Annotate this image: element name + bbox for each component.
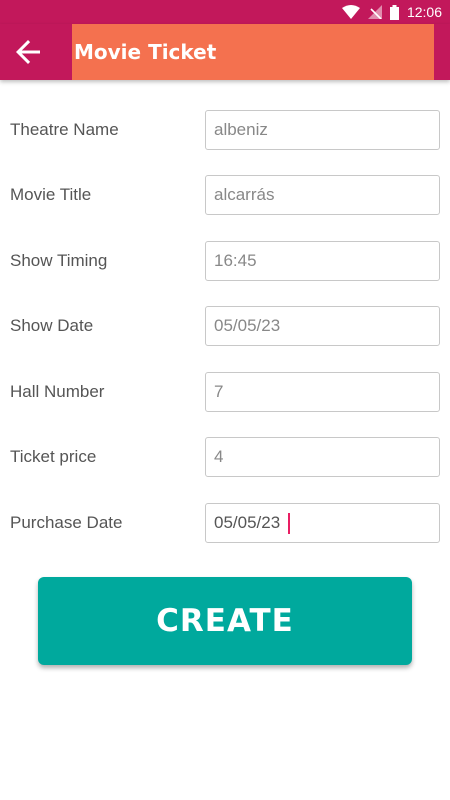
wifi-icon [341,5,360,19]
form-row-ticket-price: Ticket price [0,437,450,477]
ticket-price-label: Ticket price [10,447,97,466]
purchase-date-input[interactable] [205,503,440,543]
no-signal-icon [367,5,382,19]
back-arrow-icon [16,40,40,64]
form-row-theatre-name: Theatre Name [0,110,450,150]
form-row-movie-title: Movie Title [0,175,450,215]
status-icons: 12:06 [341,0,442,24]
show-date-input[interactable] [205,306,440,346]
title-container: Movie Ticket [72,24,434,80]
show-timing-input[interactable] [205,241,440,281]
ticket-price-input[interactable] [205,437,440,477]
show-timing-label: Show Timing [10,251,108,270]
form-row-show-timing: Show Timing [0,241,450,281]
theatre-name-input[interactable] [205,110,440,150]
hall-number-label: Hall Number [10,382,105,401]
theatre-name-label: Theatre Name [10,120,119,139]
purchase-date-label: Purchase Date [10,513,123,532]
hall-number-input[interactable] [205,372,440,412]
battery-icon [389,4,399,20]
status-bar: 12:06 [0,0,450,24]
form-row-show-date: Show Date [0,306,450,346]
status-time: 12:06 [406,4,442,20]
create-button[interactable]: CREATE [38,577,412,665]
movie-title-input[interactable] [205,175,440,215]
text-cursor [288,513,290,534]
form-row-purchase-date: Purchase Date [0,503,450,543]
show-date-label: Show Date [10,316,94,335]
form-row-hall-number: Hall Number [0,372,450,412]
app-bar: Movie Ticket [0,24,450,80]
movie-title-label: Movie Title [10,185,92,204]
page-title: Movie Ticket [74,40,217,64]
back-button[interactable] [0,24,56,80]
